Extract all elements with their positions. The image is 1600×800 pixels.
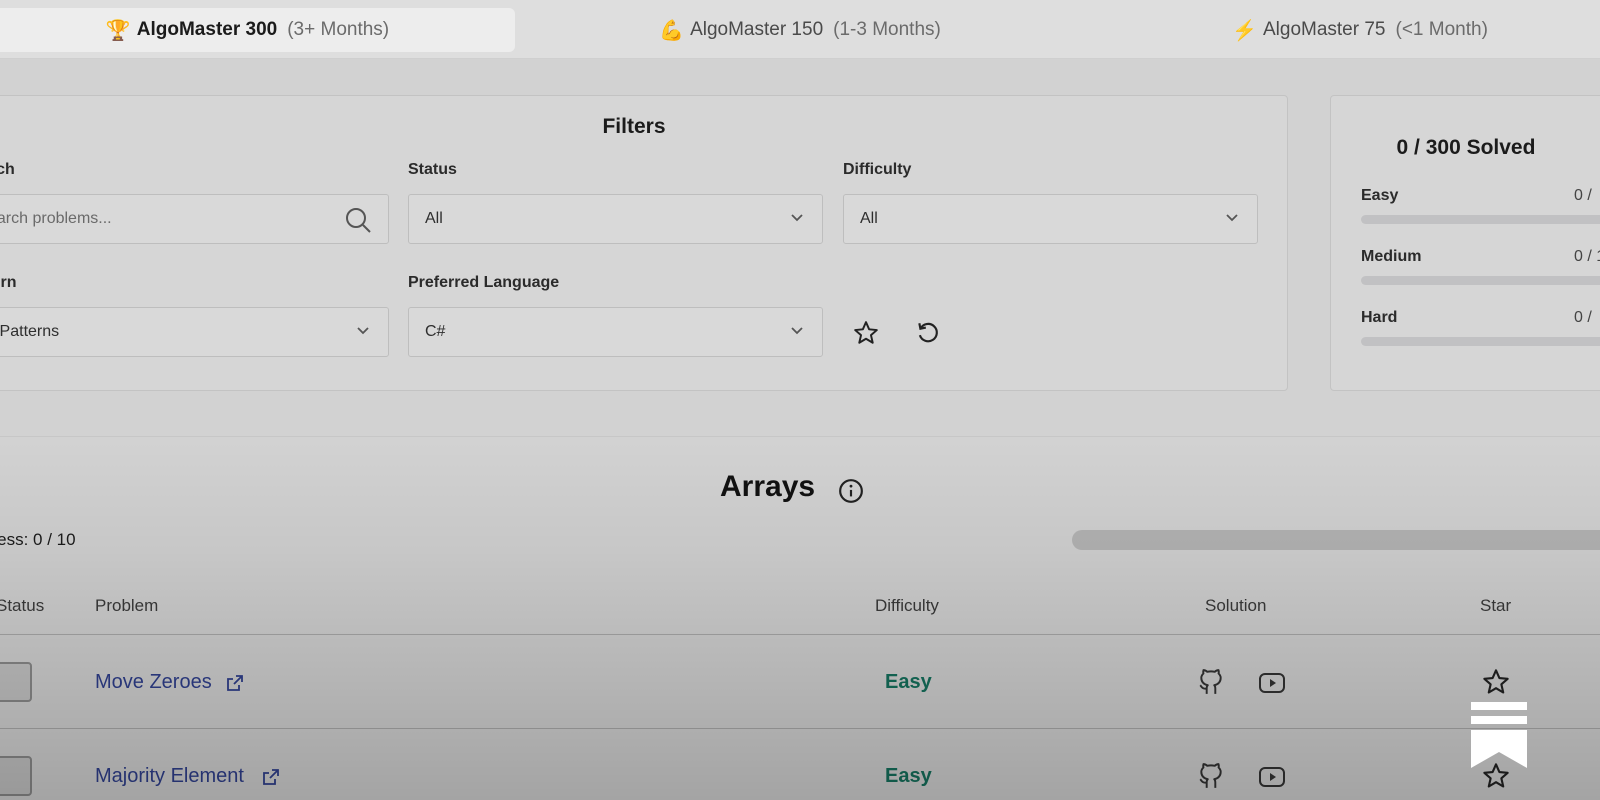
column-header-solution: Solution	[1205, 596, 1267, 615]
tab-algomaster-300[interactable]: 🏆 AlgoMaster 300 (3+ Months)	[0, 8, 515, 52]
stat-count: 0 / 1	[1574, 248, 1600, 265]
status-label: Status	[408, 161, 457, 178]
stat-row-easy: Easy 0 /	[1361, 187, 1600, 205]
stat-row-hard: Hard 0 /	[1361, 309, 1600, 327]
column-header-status: Status	[0, 596, 45, 615]
search-icon[interactable]	[344, 206, 372, 234]
external-link-icon	[263, 769, 279, 785]
plan-tabs: 🏆 AlgoMaster 300 (3+ Months) 💪 AlgoMaste…	[0, 0, 1600, 59]
search-placeholder: earch problems...	[0, 210, 112, 227]
stat-label: Easy	[1361, 187, 1399, 204]
tab-duration: (<1 Month)	[1395, 19, 1488, 40]
star-icon[interactable]	[1482, 668, 1510, 696]
stat-count: 0 /	[1574, 187, 1592, 204]
tab-algomaster-75[interactable]: ⚡ AlgoMaster 75 (<1 Month)	[1100, 8, 1600, 52]
filters-panel: Filters arch earch problems... Status Al…	[0, 95, 1288, 391]
problem-link[interactable]: Majority Element	[95, 765, 244, 788]
chevron-down-icon	[1226, 214, 1238, 222]
status-select[interactable]: All	[408, 194, 823, 244]
section-progress-bar	[1072, 530, 1600, 550]
difficulty-badge: Easy	[885, 671, 932, 693]
youtube-icon[interactable]	[1258, 671, 1286, 695]
lightning-icon: ⚡	[1232, 19, 1257, 42]
pattern-value: ll Patterns	[0, 323, 60, 340]
difficulty-badge: Easy	[885, 765, 932, 787]
table-divider	[0, 728, 1600, 729]
github-icon[interactable]	[1198, 762, 1224, 790]
solved-count: 0 / 300 Solved	[1396, 136, 1536, 159]
problem-link[interactable]: Move Zeroes	[95, 671, 212, 694]
section-title: Arrays	[720, 470, 816, 503]
language-value: C#	[425, 323, 446, 340]
stat-label: Hard	[1361, 309, 1398, 326]
chevron-down-icon	[791, 214, 803, 222]
chevron-down-icon	[791, 327, 803, 335]
star-icon[interactable]	[853, 320, 879, 346]
column-header-problem: Problem	[95, 596, 159, 615]
status-checkbox[interactable]	[0, 756, 32, 796]
section-progress-label: gress: 0 / 10	[0, 530, 76, 549]
difficulty-value: All	[860, 210, 878, 227]
column-header-difficulty: Difficulty	[875, 596, 939, 615]
hard-progress-bar	[1361, 337, 1600, 346]
filters-title: Filters	[602, 115, 666, 138]
easy-progress-bar	[1361, 215, 1600, 224]
stat-row-medium: Medium 0 / 1	[1361, 248, 1600, 266]
reset-icon[interactable]	[915, 320, 941, 346]
status-checkbox[interactable]	[0, 662, 32, 702]
language-select[interactable]: C#	[408, 307, 823, 357]
tab-label: AlgoMaster 150	[690, 19, 824, 40]
pattern-select[interactable]: ll Patterns	[0, 307, 389, 357]
github-icon[interactable]	[1198, 668, 1224, 696]
external-link-icon	[227, 675, 243, 691]
info-icon[interactable]	[838, 478, 864, 504]
pattern-label: ttern	[0, 274, 17, 291]
difficulty-label: Difficulty	[843, 161, 912, 178]
trophy-icon: 🏆	[105, 19, 131, 42]
tab-algomaster-150[interactable]: 💪 AlgoMaster 150 (1-3 Months)	[540, 8, 1060, 52]
table-divider	[0, 634, 1600, 635]
column-header-star: Star	[1480, 596, 1512, 615]
solved-stats-panel: 0 / 300 Solved Easy 0 / Medium 0 / 1 Har…	[1330, 95, 1600, 391]
tab-duration: (1-3 Months)	[833, 19, 941, 40]
chevron-down-icon	[357, 327, 369, 335]
tab-label: AlgoMaster 75	[1262, 19, 1386, 40]
tab-duration: (3+ Months)	[287, 19, 390, 40]
stat-count: 0 /	[1574, 309, 1592, 326]
language-label: Preferred Language	[408, 274, 560, 291]
bookmark-icon[interactable]	[1471, 702, 1527, 768]
difficulty-select[interactable]: All	[843, 194, 1258, 244]
search-label: arch	[0, 161, 15, 178]
flexed-biceps-icon: 💪	[659, 19, 685, 42]
section-divider	[0, 436, 1600, 437]
status-value: All	[425, 210, 443, 227]
medium-progress-bar	[1361, 276, 1600, 285]
youtube-icon[interactable]	[1258, 765, 1286, 789]
search-input[interactable]: earch problems...	[0, 194, 389, 244]
tab-label: AlgoMaster 300	[136, 19, 278, 40]
stat-label: Medium	[1361, 248, 1422, 265]
